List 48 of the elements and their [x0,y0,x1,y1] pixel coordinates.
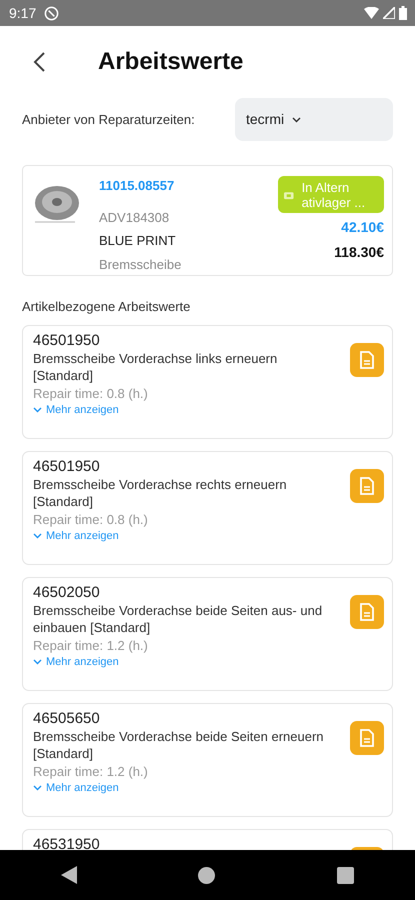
work-code: 46531950 [33,834,100,850]
repair-time: Repair time: 1.2 (h.) [33,636,148,655]
wifi-icon [364,7,379,19]
work-code: 46505650 [33,708,100,728]
repair-time: Repair time: 1.2 (h.) [33,762,148,781]
work-description: Bremsscheibe Vorderachse beide Seiten aus- und einbauen [Standard] [33,602,324,636]
list-price: 118.30€ [334,243,384,262]
provider-dropdown[interactable]: tecrmi [235,98,393,141]
work-code: 46502050 [33,582,100,602]
document-icon [360,602,374,620]
document-icon [360,350,374,368]
chevron-down-icon [33,659,42,665]
back-button[interactable] [32,50,46,74]
price: 42.10€ [341,218,384,237]
work-description: Bremsscheibe Vorderachse rechts erneuern [Standard] [33,476,288,510]
work-code: 46501950 [33,330,100,350]
product-name: Bremsscheibe [99,256,182,274]
product-card[interactable]: 11015.08557 ADV184308 BLUE PRINT Bremsscheibe In Altern ativlager ... 42.10€ 118.30€ [22,165,393,276]
battery-icon [399,6,407,20]
document-icon [360,728,374,746]
repair-time: Repair time: 0.8 (h.) [33,384,148,403]
chevron-down-icon [33,785,42,791]
caret-icon [292,116,302,122]
reference-number: ADV184308 [99,208,170,226]
work-code: 46501950 [33,456,100,476]
provider-label: Anbieter von Reparaturzeiten: [22,110,195,129]
repair-time: Repair time: 0.8 (h.) [33,510,148,529]
work-description: Bremsscheibe Vorderachse beide Seiten erneuern [Standard] [33,728,325,762]
status-time: 9:17 [9,4,36,22]
stock-badge[interactable]: In Altern ativlager ... [278,176,384,213]
document-icon [360,476,374,494]
section-title: Artikelbezogene Arbeitswerte [22,298,192,316]
show-more-link[interactable]: Mehr anzeigen [33,782,119,794]
article-number-link[interactable]: 11015.08557 [99,176,182,196]
nav-recents-icon[interactable] [337,866,354,884]
signal-icon [383,7,395,19]
nav-back-icon[interactable] [60,866,77,884]
brand-name: BLUE PRINT [99,232,177,250]
nav-home-icon[interactable] [198,866,216,884]
chevron-down-icon [33,407,42,413]
back-icon [32,50,46,73]
page-title: Arbeitswerte [98,48,244,76]
chevron-down-icon [33,533,42,539]
show-more-link[interactable]: Mehr anzeigen [33,530,119,542]
work-description: Bremsscheibe Vorderachse links erneuern [Standard] [33,350,278,384]
show-more-link[interactable]: Mehr anzeigen [33,656,119,668]
sync-icon [44,6,60,20]
show-more-link[interactable]: Mehr anzeigen [33,404,119,416]
